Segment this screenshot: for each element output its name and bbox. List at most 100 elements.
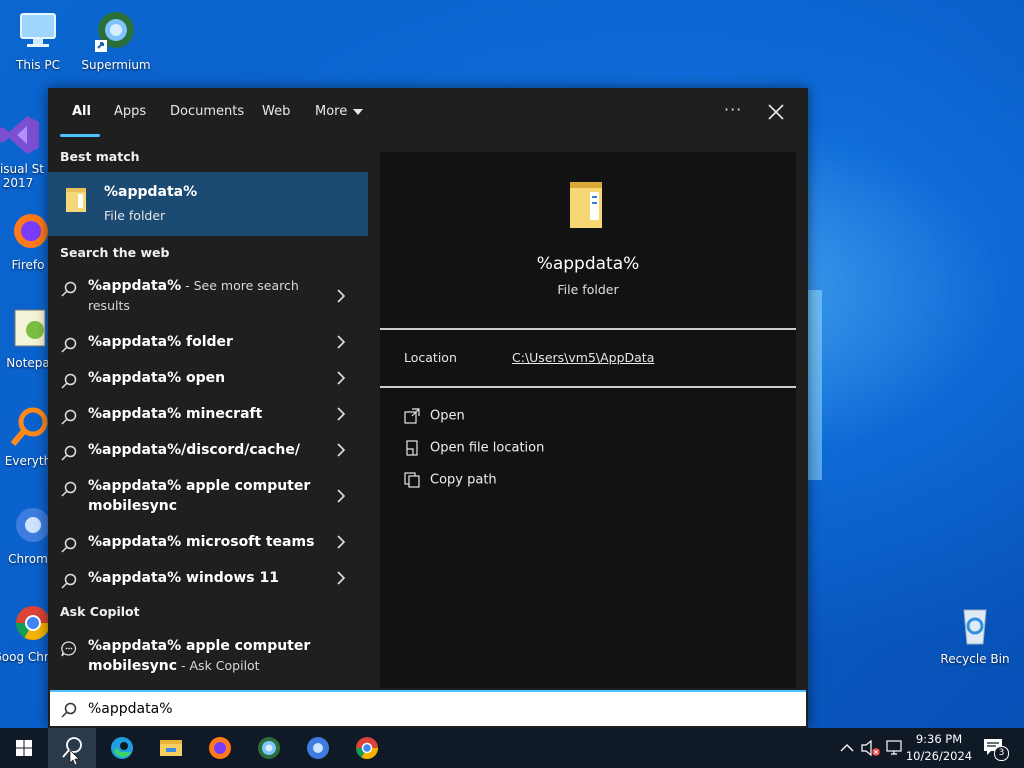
search-icon xyxy=(61,481,77,497)
chevron-right-icon xyxy=(337,289,346,303)
taskbar-file-explorer[interactable] xyxy=(147,728,195,768)
tab-apps[interactable]: Apps xyxy=(114,104,146,119)
open-action[interactable]: Open xyxy=(404,408,465,424)
chevron-right-icon xyxy=(337,407,346,421)
chromium-icon xyxy=(5,502,51,548)
divider xyxy=(380,386,796,388)
web-suggestion-text: %appdata% microsoft teams xyxy=(88,534,315,550)
desktop-icon-recycle-bin[interactable]: Recycle Bin xyxy=(937,602,1013,666)
chevron-right-icon xyxy=(337,443,346,457)
search-icon xyxy=(61,281,77,297)
best-match-result[interactable]: %appdata% File folder xyxy=(48,172,368,236)
tab-documents[interactable]: Documents xyxy=(170,104,244,119)
web-suggestion-text: %appdata% - See more search results xyxy=(88,278,299,313)
taskbar-chromium[interactable] xyxy=(294,728,342,768)
tab-more-label: More xyxy=(315,104,348,119)
file-explorer-icon xyxy=(160,740,182,756)
clock-date: 10/26/2024 xyxy=(905,749,973,763)
supermium-icon xyxy=(93,8,139,54)
chevron-up-icon xyxy=(840,744,854,752)
tab-web[interactable]: Web xyxy=(262,104,290,119)
edge-icon xyxy=(111,737,133,759)
preview-pane: %appdata% File folder Location C:\Users\… xyxy=(380,152,796,688)
web-suggestion[interactable]: %appdata% open xyxy=(48,368,368,392)
notifications-button[interactable]: 3 xyxy=(982,736,1009,761)
search-icon xyxy=(61,337,77,353)
copy-path-action[interactable]: Copy path xyxy=(404,472,497,488)
folder-icon xyxy=(64,184,88,214)
show-hidden-icons-button[interactable] xyxy=(838,738,856,758)
tab-all[interactable]: All xyxy=(72,104,91,119)
desktop-icon-label: Recycle Bin xyxy=(940,652,1010,666)
firefox-icon xyxy=(209,737,231,759)
taskbar-firefox[interactable] xyxy=(196,728,244,768)
speaker-muted-icon xyxy=(861,739,880,757)
desktop-icon-label: This PC xyxy=(16,58,60,72)
location-path-link[interactable]: C:\Users\vm5\AppData xyxy=(512,350,654,365)
preview-title: %appdata% xyxy=(536,254,640,274)
clock[interactable]: 9:36 PM 10/26/2024 xyxy=(902,731,976,765)
volume-button[interactable] xyxy=(860,738,882,758)
everything-search-icon xyxy=(5,404,51,450)
folder-icon xyxy=(566,178,608,230)
search-icon xyxy=(62,737,82,766)
tab-more[interactable]: More xyxy=(315,104,364,119)
desktop-icon-this-pc[interactable]: This PC xyxy=(0,8,76,72)
web-suggestion[interactable]: %appdata% - See more search results xyxy=(48,276,368,320)
ask-copilot-heading: Ask Copilot xyxy=(60,604,140,619)
start-search-panel: All Apps Documents Web More ··· Best mat… xyxy=(48,88,808,728)
divider xyxy=(380,328,796,330)
web-suggestion[interactable]: %appdata% folder xyxy=(48,332,368,356)
ellipsis-icon[interactable]: ··· xyxy=(724,100,742,119)
desktop-icon-label: Supermium xyxy=(81,58,151,72)
taskbar-edge[interactable] xyxy=(98,728,146,768)
clock-time: 9:36 PM xyxy=(915,732,963,746)
best-match-heading: Best match xyxy=(60,149,140,164)
network-icon xyxy=(886,740,902,755)
search-icon xyxy=(61,445,77,461)
notification-count-badge: 3 xyxy=(994,746,1009,761)
copy-icon xyxy=(404,472,420,488)
web-suggestion[interactable]: %appdata% microsoft teams xyxy=(48,532,368,556)
search-box xyxy=(50,690,806,726)
chrome-icon xyxy=(356,737,378,759)
web-suggestion-text: %appdata% minecraft xyxy=(88,406,263,422)
chevron-right-icon xyxy=(337,535,346,549)
search-icon xyxy=(61,373,77,389)
start-icon xyxy=(16,740,32,756)
network-button[interactable] xyxy=(884,738,904,758)
taskbar-chrome[interactable] xyxy=(343,728,391,768)
visual-studio-icon xyxy=(0,112,41,158)
taskbar-supermium[interactable] xyxy=(245,728,293,768)
open-action-label: Open xyxy=(430,408,465,424)
copilot-suggestion[interactable]: %appdata% apple computer mobilesync - As… xyxy=(48,636,368,680)
notepad-plus-plus-icon xyxy=(5,306,51,352)
firefox-icon xyxy=(5,208,51,254)
chrome-icon xyxy=(5,600,51,646)
web-suggestion[interactable]: %appdata% apple computer mobilesync xyxy=(48,476,368,520)
close-button[interactable] xyxy=(764,100,788,124)
close-icon xyxy=(768,104,784,120)
this-pc-icon xyxy=(15,8,61,54)
search-icon xyxy=(61,573,77,589)
best-match-title: %appdata% xyxy=(104,184,198,200)
search-tabs: All Apps Documents Web More ··· xyxy=(48,88,808,138)
recycle-bin-icon xyxy=(952,602,998,648)
chromium-icon xyxy=(307,737,329,759)
copilot-suggestion-text: %appdata% apple computer mobilesync - As… xyxy=(88,638,311,674)
active-tab-indicator xyxy=(60,134,100,137)
search-icon xyxy=(61,702,77,718)
taskbar: 9:36 PM 10/26/2024 3 xyxy=(0,728,1024,768)
search-button[interactable] xyxy=(48,728,96,768)
web-suggestion[interactable]: %appdata%/discord/cache/ xyxy=(48,440,368,464)
file-location-icon xyxy=(406,440,418,456)
web-suggestion-text: %appdata% apple computer mobilesync xyxy=(88,478,311,514)
open-file-location-label: Open file location xyxy=(430,440,545,456)
search-input[interactable] xyxy=(88,697,688,721)
web-suggestion[interactable]: %appdata% windows 11 xyxy=(48,568,368,592)
open-file-location-action[interactable]: Open file location xyxy=(404,440,544,456)
start-button[interactable] xyxy=(0,728,48,768)
web-suggestion-text: %appdata% open xyxy=(88,370,226,386)
desktop-icon-supermium[interactable]: Supermium xyxy=(78,8,154,72)
web-suggestion[interactable]: %appdata% minecraft xyxy=(48,404,368,428)
